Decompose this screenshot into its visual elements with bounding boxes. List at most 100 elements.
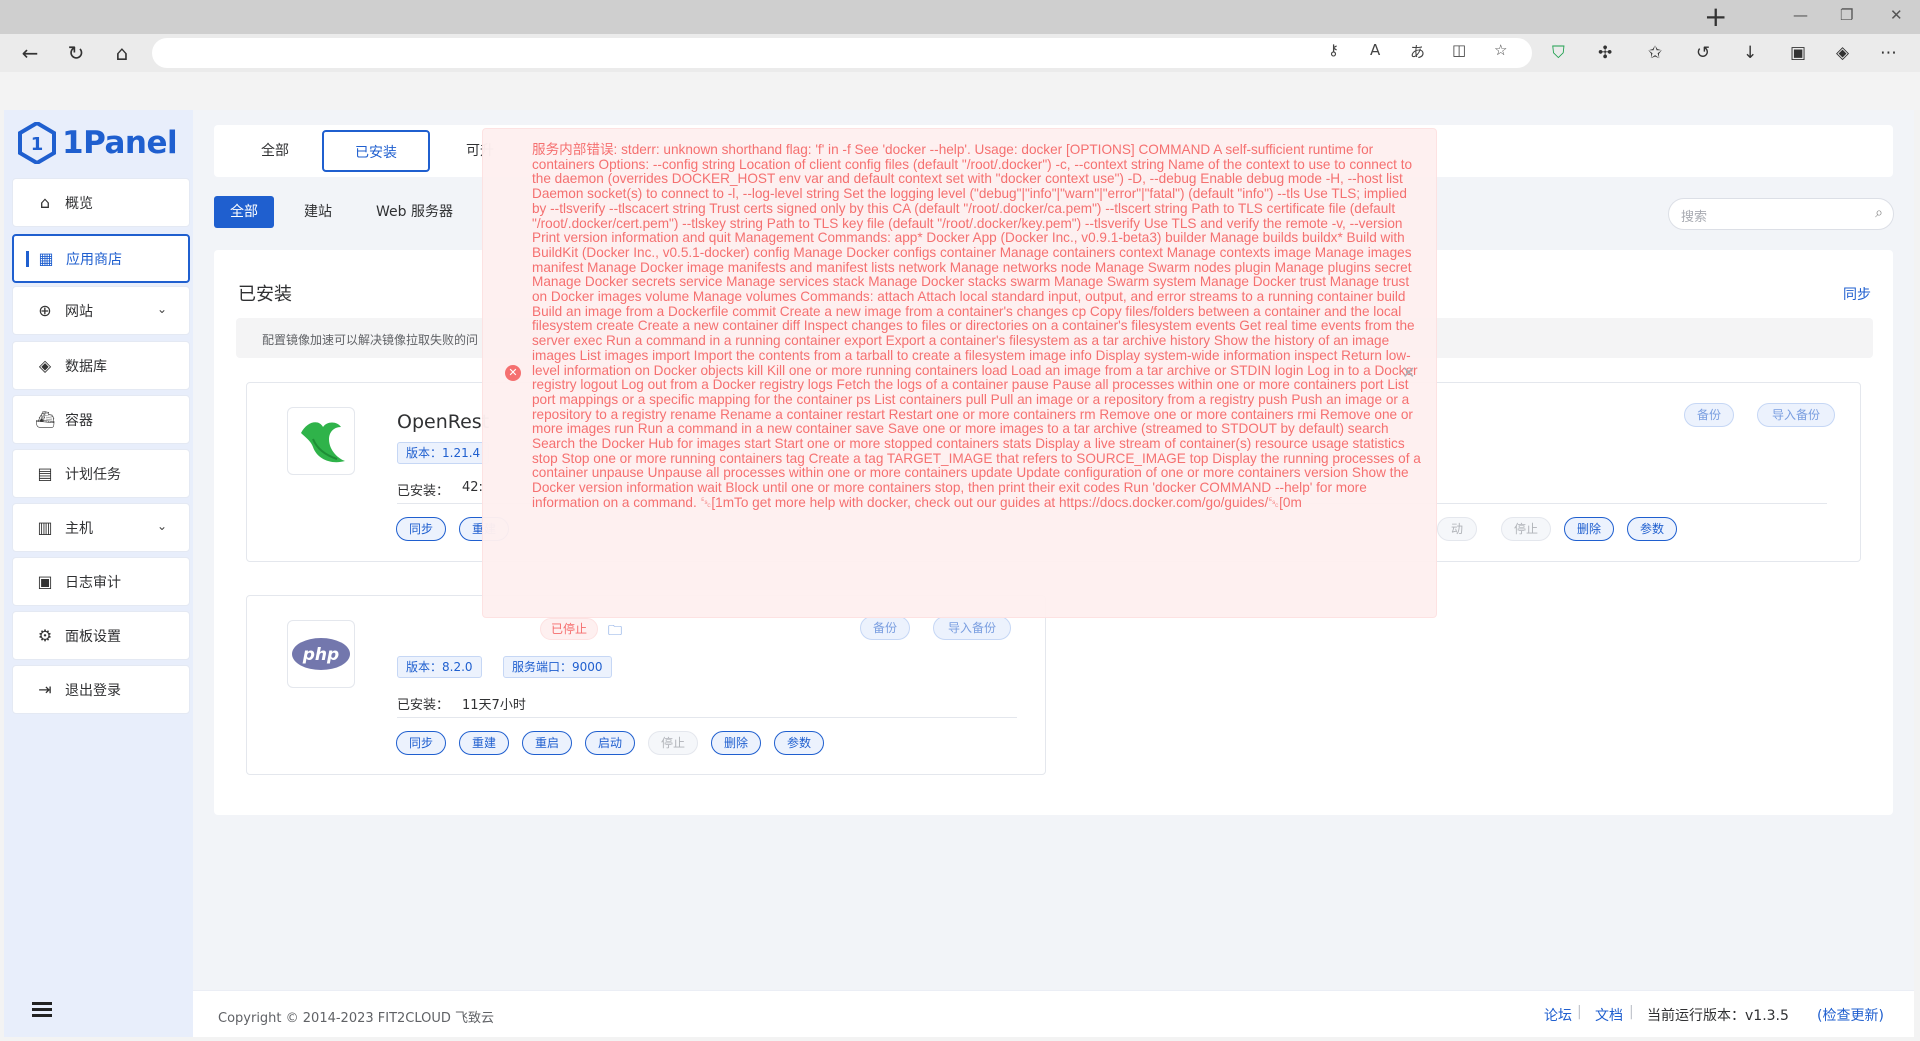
sync-button[interactable]: 同步: [396, 731, 446, 755]
footer-divider: |: [1577, 1004, 1582, 1020]
sync-button[interactable]: 同步: [396, 517, 446, 541]
page-title: 已安装: [238, 284, 292, 305]
copilot-icon[interactable]: ◈: [1836, 43, 1849, 63]
stop-button[interactable]: 停止: [1501, 517, 1551, 541]
folder-icon[interactable]: 🗀: [608, 620, 622, 644]
sidebar-item-label: 容器: [65, 412, 93, 429]
sidebar-item-app-store[interactable]: ▦ 应用商店: [12, 234, 190, 283]
browser-titlebar: + — ❐ ✕: [0, 0, 1920, 34]
browser-toolbar: ← ↻ ⌂ ⚷ A あ ◫ ☆ ⛉ ✣ ✩ ↺ ↓ ▣ ◈ ⋯: [0, 34, 1920, 72]
globe-icon: ⊕: [38, 301, 52, 320]
params-button[interactable]: 参数: [1627, 517, 1677, 541]
filter-site-button[interactable]: 建站: [288, 196, 348, 228]
grid-icon: ▦: [38, 249, 54, 268]
sidebar-item-log-audit[interactable]: ▣ 日志审计: [12, 557, 190, 606]
installed-time: 42:: [462, 480, 483, 495]
restart-button[interactable]: 重启: [522, 731, 572, 755]
key-icon[interactable]: ⚷: [1328, 41, 1339, 59]
footer-divider: |: [1629, 1004, 1634, 1020]
close-icon[interactable]: ✕: [1402, 363, 1415, 382]
history-icon[interactable]: ↺: [1696, 43, 1710, 63]
delete-button[interactable]: 删除: [1564, 517, 1614, 541]
close-window-icon[interactable]: ✕: [1890, 6, 1903, 24]
import-backup-button[interactable]: 导入备份: [933, 616, 1011, 640]
host-icon: ▥: [37, 518, 53, 537]
logout-icon: ⇥: [38, 680, 52, 699]
brand-name: 1Panel: [62, 125, 178, 161]
home-browser-icon[interactable]: ⌂: [108, 41, 136, 65]
back-icon[interactable]: ←: [16, 41, 44, 65]
backup-button[interactable]: 备份: [860, 616, 910, 640]
sidebar-item-database[interactable]: ◈ 数据库: [12, 341, 190, 390]
copyright: Copyright © 2014-2023 FIT2CLOUD 飞致云: [218, 1011, 495, 1026]
start-button[interactable]: 启动: [585, 731, 635, 755]
openresty-bird-icon: [301, 422, 345, 463]
shield-icon[interactable]: ⛉: [1552, 43, 1565, 63]
tab-all[interactable]: 全部: [240, 130, 310, 172]
favorite-star-icon[interactable]: ☆: [1494, 41, 1507, 59]
calendar-icon: ▤: [37, 464, 53, 483]
favorites-icon[interactable]: ✩: [1648, 43, 1662, 63]
chevron-down-icon: ⌄: [156, 302, 167, 316]
minimize-icon[interactable]: —: [1793, 6, 1808, 24]
split-screen-icon[interactable]: ◫: [1452, 41, 1466, 59]
error-circle-icon: ✕: [505, 365, 521, 381]
svg-text:php: php: [302, 645, 339, 665]
collections-icon[interactable]: ▣: [1790, 43, 1806, 63]
card-divider: [397, 717, 1017, 718]
sidebar-item-label: 网站: [65, 303, 93, 320]
params-button[interactable]: 参数: [774, 731, 824, 755]
new-tab-button[interactable]: +: [1704, 2, 1727, 32]
address-bar[interactable]: ⚷ A あ ◫ ☆: [152, 38, 1532, 68]
forum-link[interactable]: 论坛: [1544, 1005, 1572, 1025]
tab-installed[interactable]: 已安装: [322, 130, 430, 172]
filter-all-button[interactable]: 全部: [214, 196, 274, 228]
collapse-menu-icon[interactable]: [32, 1002, 52, 1018]
sidebar-item-cron[interactable]: ▤ 计划任务: [12, 449, 190, 498]
filter-web-server-button[interactable]: Web 服务器: [360, 196, 469, 228]
installed-time: 11天7小时: [462, 698, 526, 713]
search-input[interactable]: 搜索 ⌕: [1668, 198, 1894, 230]
openresty-logo: [287, 407, 355, 475]
sidebar: 1 1Panel ⌂ 概览 ▦ 应用商店 ⊕ 网站 ⌄ ◈ 数据库 ⛴ 容器 ▤…: [4, 110, 193, 1037]
rebuild-button[interactable]: 重建: [459, 731, 509, 755]
error-message: ✕ 服务内部错误: stderr: unknown shorthand flag…: [482, 128, 1437, 618]
sidebar-item-host[interactable]: ▥ 主机 ⌄: [12, 503, 190, 552]
download-icon[interactable]: ↓: [1743, 43, 1757, 63]
refresh-icon[interactable]: ↻: [62, 41, 90, 65]
docs-link[interactable]: 文档: [1595, 1005, 1623, 1025]
restore-icon[interactable]: ❐: [1840, 6, 1853, 24]
php-elephant-icon: php: [292, 638, 350, 670]
php-logo: php: [287, 620, 355, 688]
home-icon: ⌂: [39, 193, 51, 212]
sidebar-item-label: 日志审计: [65, 574, 121, 591]
sidebar-item-label: 概览: [65, 195, 93, 212]
sidebar-item-label: 面板设置: [65, 628, 121, 645]
sidebar-item-website[interactable]: ⊕ 网站 ⌄: [12, 286, 190, 335]
delete-button[interactable]: 删除: [711, 731, 761, 755]
check-update-link[interactable]: (检查更新): [1817, 1005, 1884, 1025]
extensions-icon[interactable]: ✣: [1598, 43, 1612, 63]
start-button[interactable]: 动: [1437, 517, 1477, 541]
error-message-text: 服务内部错误: stderr: unknown shorthand flag: …: [532, 142, 1421, 510]
sync-link[interactable]: 同步: [1843, 284, 1871, 304]
log-icon: ▣: [37, 572, 53, 591]
sidebar-item-container[interactable]: ⛴ 容器: [12, 395, 190, 444]
backup-button[interactable]: 备份: [1684, 403, 1734, 427]
sidebar-item-overview[interactable]: ⌂ 概览: [12, 178, 190, 227]
stop-button[interactable]: 停止: [648, 731, 698, 755]
sidebar-item-logout[interactable]: ⇥ 退出登录: [12, 665, 190, 714]
translate-icon[interactable]: あ: [1410, 41, 1425, 62]
installed-label: 已安装：: [397, 484, 450, 499]
sidebar-item-panel-settings[interactable]: ⚙ 面板设置: [12, 611, 190, 660]
mirror-notice-text: 配置镜像加速可以解决镜像拉取失败的问: [262, 333, 479, 347]
more-icon[interactable]: ⋯: [1880, 43, 1897, 63]
import-backup-button[interactable]: 导入备份: [1757, 403, 1835, 427]
read-aloud-icon[interactable]: A: [1370, 41, 1380, 59]
version-tag: 版本：1.21.4: [397, 442, 490, 464]
search-icon[interactable]: ⌕: [1875, 205, 1883, 221]
gear-icon: ⚙: [37, 626, 53, 645]
svg-text:1: 1: [31, 134, 44, 155]
brand-logo[interactable]: 1 1Panel: [18, 120, 178, 166]
search-placeholder: 搜索: [1681, 210, 1708, 225]
